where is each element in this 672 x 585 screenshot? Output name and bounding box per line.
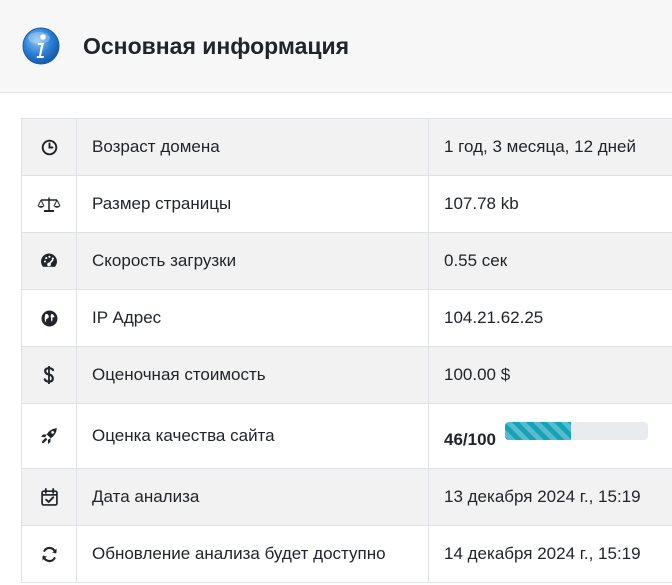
row-label: Оценочная стоимость	[76, 346, 429, 404]
table-row: Оценка качества сайта 46/100	[21, 403, 672, 469]
quality-progress-bar	[505, 422, 648, 440]
row-icon-cell	[21, 289, 77, 347]
clock-icon	[41, 139, 57, 155]
row-icon-cell	[21, 118, 77, 176]
table-row: Возраст домена 1 год, 3 месяца, 12 дней	[21, 118, 672, 176]
row-value: 0.55 сек	[428, 232, 672, 290]
table-row: Обновление анализа будет доступно 14 дек…	[21, 525, 672, 583]
rocket-icon	[41, 428, 57, 444]
row-value: 104.21.62.25	[428, 289, 672, 347]
row-label: Скорость загрузки	[76, 232, 429, 290]
tachometer-icon	[40, 253, 58, 270]
row-label: Возраст домена	[76, 118, 429, 176]
globe-icon	[41, 310, 57, 326]
row-icon-cell	[21, 175, 77, 233]
balance-scale-icon	[37, 197, 61, 212]
table-row: Размер страницы 107.78 kb	[21, 175, 672, 233]
row-icon-cell	[21, 525, 77, 583]
row-value: 14 декабря 2024 г., 15:19	[428, 525, 672, 583]
row-label: Оценка качества сайта	[76, 403, 429, 469]
row-value: 13 декабря 2024 г., 15:19	[428, 468, 672, 526]
table-row: Оценочная стоимость 100.00 $	[21, 346, 672, 404]
row-icon-cell	[21, 468, 77, 526]
quality-progress-fill	[505, 422, 571, 440]
row-label: Обновление анализа будет доступно	[76, 525, 429, 583]
quality-score-value: 46/100	[444, 430, 496, 449]
row-value: 107.78 kb	[428, 175, 672, 233]
row-value: 100.00 $	[428, 346, 672, 404]
table-row: Скорость загрузки 0.55 сек	[21, 232, 672, 290]
row-value-cell: 46/100	[428, 403, 672, 469]
row-label: IP Адрес	[76, 289, 429, 347]
row-icon-cell	[21, 346, 77, 404]
row-icon-cell	[21, 232, 77, 290]
row-icon-cell	[21, 403, 77, 469]
table-row: Дата анализа 13 декабря 2024 г., 15:19	[21, 468, 672, 526]
info-table: Возраст домена 1 год, 3 месяца, 12 дней …	[21, 118, 672, 583]
dollar-icon	[43, 366, 55, 384]
row-label: Дата анализа	[76, 468, 429, 526]
row-value: 1 год, 3 месяца, 12 дней	[428, 118, 672, 176]
page-header: Основная информация	[0, 0, 672, 93]
calendar-check-icon	[40, 488, 58, 506]
quality-score: 46/100	[444, 422, 672, 450]
info-icon	[22, 27, 60, 65]
refresh-icon	[41, 546, 57, 562]
table-row: IP Адрес 104.21.62.25	[21, 289, 672, 347]
page-title: Основная информация	[83, 32, 350, 59]
row-label: Размер страницы	[76, 175, 429, 233]
